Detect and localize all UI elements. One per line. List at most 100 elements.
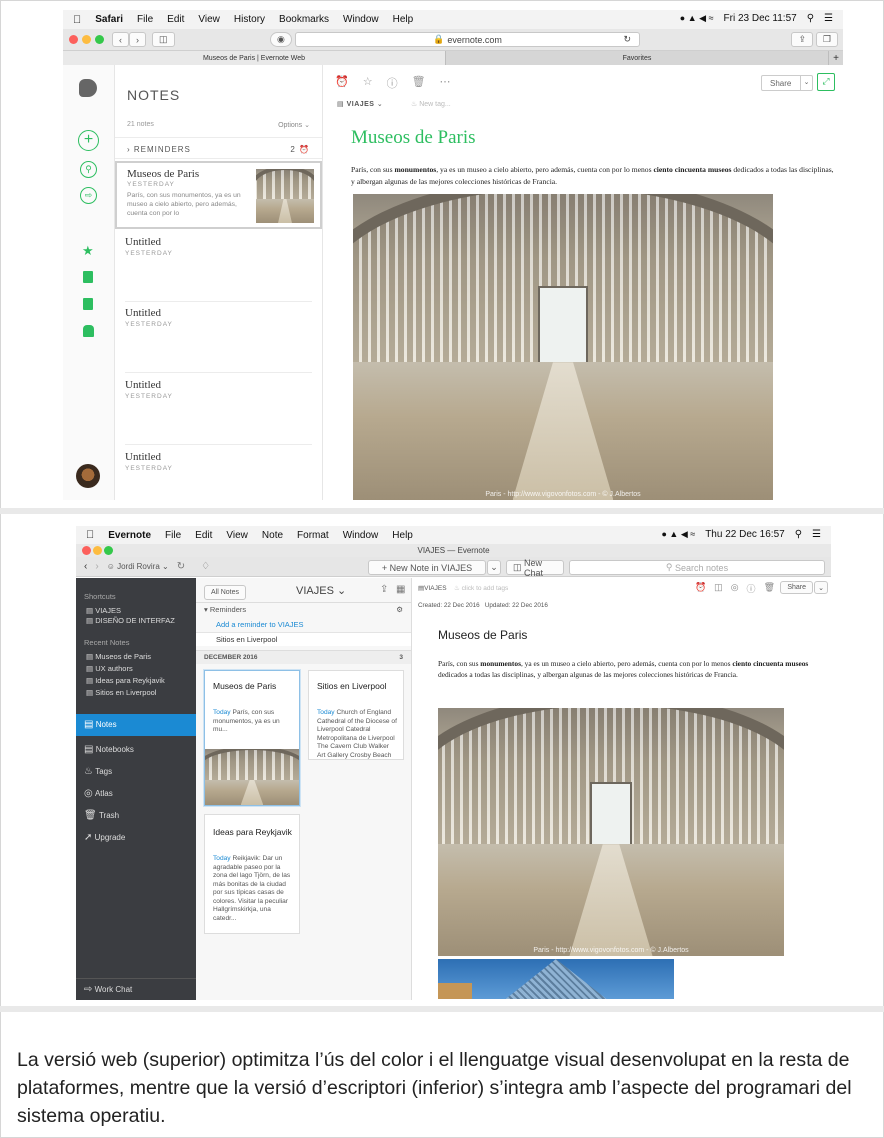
info-icon[interactable]: ⓘ: [387, 75, 398, 91]
note-card-selected[interactable]: Museos de Paris Today París, con sus mon…: [204, 670, 300, 806]
sidebar-toggle-icon[interactable]: ◫: [152, 32, 175, 47]
menu-history[interactable]: History: [234, 14, 265, 25]
tab-favorites[interactable]: Favorites: [446, 51, 829, 65]
info-icon[interactable]: ⓘ: [747, 582, 756, 595]
notebooks-icon[interactable]: [83, 298, 93, 310]
nav-notes[interactable]: ▤ Notes: [76, 714, 196, 736]
nav-upgrade[interactable]: ➚ Upgrade: [84, 832, 125, 843]
nav-tags[interactable]: ♨ Tags: [84, 766, 112, 777]
note-title-field[interactable]: Museos de Paris: [351, 127, 476, 149]
spotlight-icon[interactable]: ⚲: [795, 529, 802, 540]
recent-note[interactable]: ▤ Ideas para Reykjavik: [86, 676, 165, 685]
trash-icon[interactable]: 🗑: [764, 582, 775, 595]
share-button[interactable]: Share ⌄: [761, 75, 813, 91]
close-window-button[interactable]: [82, 546, 91, 555]
menu-note[interactable]: Note: [262, 530, 283, 541]
menu-file[interactable]: File: [137, 14, 153, 25]
recent-note[interactable]: ▤ UX authors: [86, 664, 133, 673]
view-options-icon[interactable]: ▦: [396, 584, 405, 595]
work-chat-icon[interactable]: ⇨: [80, 187, 97, 204]
recent-note[interactable]: ▤ Sitios en Liverpool: [86, 688, 156, 697]
trash-icon[interactable]: 🗑: [412, 75, 426, 91]
note-card[interactable]: Sitios en Liverpool Today Church of Engl…: [308, 670, 404, 760]
menu-file[interactable]: File: [165, 530, 181, 541]
options-dropdown[interactable]: Options ⌄: [278, 121, 310, 129]
note-card[interactable]: Ideas para Reykjavik Today Reikjavik: Da…: [204, 814, 300, 934]
menu-list-icon[interactable]: ☰: [824, 13, 833, 24]
spotlight-icon[interactable]: ⚲: [807, 13, 814, 24]
reminder-icon[interactable]: ⏰: [695, 582, 706, 595]
tabs-icon[interactable]: ❐: [815, 32, 838, 47]
reload-icon[interactable]: ↻: [623, 34, 631, 45]
minimize-window-button[interactable]: [93, 546, 102, 555]
work-chat-button[interactable]: ⇨ Work Chat: [76, 978, 196, 1000]
share-dropdown-icon[interactable]: ⌄: [800, 76, 812, 90]
notebook-tag[interactable]: ▤VIAJES: [418, 584, 447, 592]
address-bar[interactable]: 🔒 evernote.com ↻: [295, 32, 640, 47]
privacy-icon[interactable]: ◉: [270, 32, 292, 47]
menu-edit[interactable]: Edit: [195, 530, 212, 541]
menu-app[interactable]: Evernote: [108, 530, 151, 541]
new-chat-button[interactable]: ◫ New Chat: [506, 558, 564, 578]
fullscreen-icon[interactable]: ⤢: [817, 73, 835, 91]
tag-input[interactable]: ♨ New tag...: [411, 100, 451, 108]
back-button[interactable]: ‹: [112, 32, 129, 47]
forward-button[interactable]: ›: [129, 32, 146, 47]
add-reminder-link[interactable]: Add a reminder to VIAJES: [216, 620, 304, 629]
nav-notebooks[interactable]: ▤ Notebooks: [84, 744, 134, 755]
search-icon[interactable]: ⚲: [80, 161, 97, 178]
note-item[interactable]: Untitled YESTERDAY: [125, 236, 312, 302]
reminders-row[interactable]: › REMINDERS 2 ⏰: [115, 137, 322, 159]
user-menu[interactable]: ☺ Jordi Rovira ⌄: [107, 562, 169, 571]
elephant-logo-icon[interactable]: [79, 79, 97, 97]
new-tab-button[interactable]: +: [829, 51, 843, 65]
menu-bookmarks[interactable]: Bookmarks: [279, 14, 329, 25]
notebook-title[interactable]: VIAJES ⌄: [296, 584, 346, 597]
menu-edit[interactable]: Edit: [167, 14, 184, 25]
new-note-icon[interactable]: +: [78, 130, 99, 151]
search-notes-input[interactable]: ⚲ Search notes: [569, 560, 825, 575]
tab-museos[interactable]: Museos de Paris | Evernote Web: [63, 51, 446, 65]
menu-help[interactable]: Help: [392, 530, 413, 541]
share-notebook-icon[interactable]: ⇪: [380, 584, 388, 595]
tag-hint[interactable]: ♨ click to add tags: [454, 584, 508, 592]
minimize-window-button[interactable]: [82, 35, 91, 44]
tags-icon[interactable]: [83, 325, 94, 337]
share-dropdown[interactable]: ⌄: [814, 581, 828, 594]
notes-icon[interactable]: [83, 271, 93, 283]
reminder-item[interactable]: Sitios en Liverpool: [196, 632, 411, 646]
note-card-selected[interactable]: Museos de Paris YESTERDAY París, con sus…: [115, 161, 322, 229]
menu-help[interactable]: Help: [393, 14, 414, 25]
apple-icon[interactable]: : [73, 14, 81, 26]
close-window-button[interactable]: [69, 35, 78, 44]
avatar[interactable]: [76, 464, 100, 488]
reminder-settings-icon[interactable]: ⚙: [396, 603, 403, 617]
note-title-field[interactable]: Museos de Paris: [438, 628, 527, 642]
nav-atlas[interactable]: ◎ Atlas: [84, 788, 113, 799]
note-item[interactable]: Untitled YESTERDAY: [125, 379, 312, 445]
new-note-dropdown[interactable]: ⌄: [487, 560, 501, 575]
note-body[interactable]: París, con sus monumentos, ya es un muse…: [438, 658, 813, 680]
back-icon[interactable]: ‹: [84, 561, 87, 572]
note-item[interactable]: Untitled YESTERDAY: [125, 451, 312, 491]
star-icon[interactable]: ☆: [363, 75, 373, 91]
shortcut-viajes[interactable]: ▤ VIAJES: [86, 606, 121, 615]
share-icon[interactable]: ⇪: [791, 32, 813, 47]
forward-icon[interactable]: ›: [95, 561, 98, 572]
menu-view[interactable]: View: [226, 530, 248, 541]
menu-window[interactable]: Window: [343, 14, 379, 25]
apple-icon[interactable]: : [86, 529, 94, 541]
recent-note[interactable]: ▤ Museos de Paris: [86, 652, 151, 661]
sync-icon[interactable]: ↻: [177, 561, 185, 572]
nav-trash[interactable]: 🗑 Trash: [84, 810, 119, 821]
more-icon[interactable]: ⋯: [440, 75, 451, 91]
zoom-window-button[interactable]: [104, 546, 113, 555]
reminder-icon[interactable]: ⏰: [335, 75, 349, 91]
menu-window[interactable]: Window: [343, 530, 379, 541]
note-body[interactable]: París, con sus monumentos, ya es un muse…: [351, 164, 835, 188]
share-button[interactable]: Share: [780, 581, 813, 594]
chat-icon[interactable]: ◎: [731, 582, 739, 595]
notebook-selector[interactable]: ▤ VIAJES ⌄: [337, 100, 383, 108]
all-notes-button[interactable]: All Notes: [204, 585, 247, 600]
shortcuts-star-icon[interactable]: ★: [82, 243, 94, 259]
